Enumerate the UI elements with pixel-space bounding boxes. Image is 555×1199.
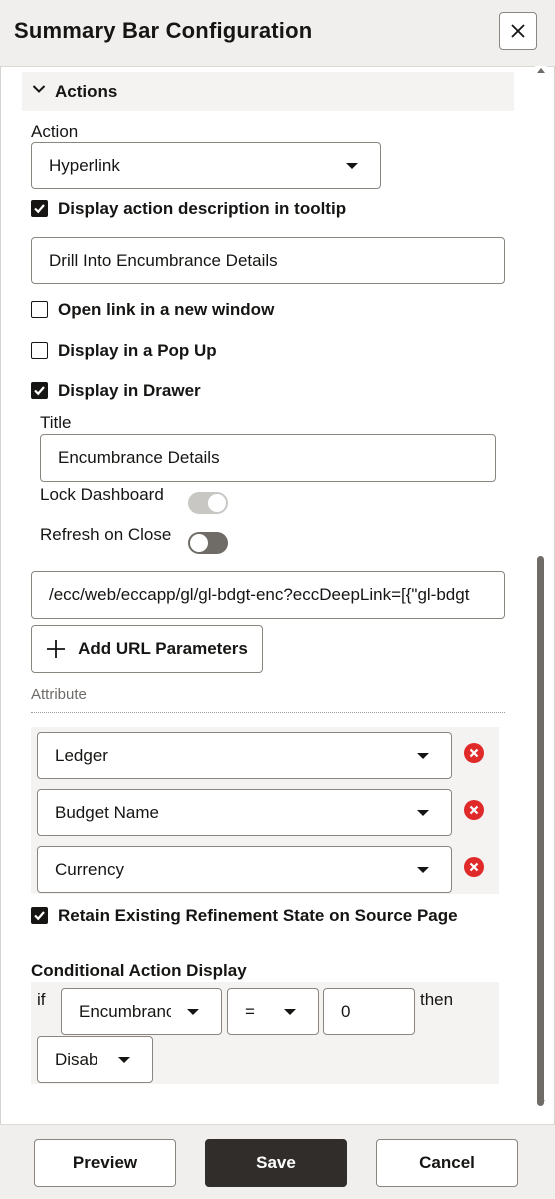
scrollbar-thumb[interactable] (537, 556, 544, 1106)
condition-field-value: Encumbrance (79, 1001, 171, 1021)
drawer-title-value: Encumbrance Details (58, 448, 220, 467)
refresh-on-close-label: Refresh on Close (40, 525, 172, 544)
save-button[interactable]: Save (205, 1139, 347, 1187)
tooltip-description-input[interactable]: Drill Into Encumbrance Details (31, 237, 505, 284)
tooltip-checkbox[interactable] (31, 200, 48, 217)
new-window-checkbox[interactable] (31, 301, 48, 318)
tooltip-description-value: Drill Into Encumbrance Details (49, 250, 278, 270)
then-label: then (420, 990, 454, 1009)
refresh-on-close-toggle[interactable] (188, 532, 228, 554)
operator-value: = (245, 1001, 255, 1021)
popup-label: Display in a Pop Up (58, 341, 217, 360)
dialog-header: Summary Bar Configuration (0, 0, 555, 67)
caret-down-icon (118, 1057, 130, 1063)
checkmark-icon (34, 386, 45, 396)
checkmark-icon (34, 204, 45, 214)
attribute-value: Ledger (55, 745, 108, 765)
attribute-select-currency[interactable]: Currency (37, 846, 452, 893)
compare-value: 0 (341, 1001, 351, 1021)
drawer-title-input[interactable]: Encumbrance Details (40, 434, 496, 482)
save-label: Save (256, 1153, 296, 1172)
close-icon (511, 24, 525, 38)
toggle-knob (190, 534, 208, 552)
caret-down-icon (417, 810, 429, 816)
dialog-footer: Preview Save Cancel (0, 1124, 555, 1199)
attribute-select-budget-name[interactable]: Budget Name (37, 789, 452, 836)
cancel-label: Cancel (419, 1153, 475, 1172)
caret-down-icon (417, 753, 429, 759)
chevron-down-icon (32, 85, 46, 93)
lock-dashboard-label: Lock Dashboard (40, 485, 164, 504)
drawer-label: Display in Drawer (58, 381, 201, 400)
attribute-select-ledger[interactable]: Ledger (37, 732, 452, 779)
scroll-down-arrow-icon[interactable] (537, 1100, 545, 1105)
result-select[interactable]: Disable (37, 1036, 153, 1083)
checkmark-icon (34, 911, 45, 921)
if-label: if (37, 990, 46, 1009)
action-select[interactable]: Hyperlink (31, 142, 381, 189)
toggle-knob (208, 494, 226, 512)
cancel-button[interactable]: Cancel (376, 1139, 518, 1187)
caret-down-icon (346, 163, 358, 169)
condition-field-select[interactable]: Encumbrance (61, 988, 222, 1035)
popup-checkbox[interactable] (31, 342, 48, 359)
caret-down-icon (187, 1009, 199, 1015)
action-select-value: Hyperlink (49, 155, 120, 175)
tooltip-checkbox-label: Display action description in tooltip (58, 199, 347, 218)
caret-down-icon (284, 1009, 296, 1015)
add-url-parameters-button[interactable]: Add URL Parameters (31, 625, 263, 673)
actions-section-header[interactable]: Actions (22, 72, 514, 111)
drawer-checkbox[interactable] (31, 382, 48, 399)
url-input[interactable]: /ecc/web/eccapp/gl/gl-bdgt-enc?eccDeepLi… (31, 571, 505, 619)
operator-select[interactable]: = (227, 988, 319, 1035)
preview-button[interactable]: Preview (34, 1139, 176, 1187)
preview-label: Preview (72, 1153, 138, 1172)
section-label: Actions (55, 82, 118, 101)
caret-down-icon (417, 867, 429, 873)
drawer-title-label: Title (40, 413, 72, 432)
dialog-title: Summary Bar Configuration (14, 18, 313, 43)
retain-refinement-checkbox[interactable] (31, 907, 48, 924)
conditional-action-label: Conditional Action Display (31, 961, 247, 980)
remove-attribute-icon[interactable] (464, 743, 484, 763)
plus-icon (47, 640, 66, 658)
divider (31, 712, 505, 713)
attribute-value: Currency (55, 859, 124, 879)
action-label: Action (31, 122, 79, 141)
new-window-label: Open link in a new window (58, 300, 275, 319)
remove-attribute-icon[interactable] (464, 857, 484, 877)
scroll-up-arrow-icon[interactable] (537, 68, 545, 73)
url-value: /ecc/web/eccapp/gl/gl-bdgt-enc?eccDeepLi… (49, 585, 470, 604)
compare-value-input[interactable]: 0 (323, 988, 415, 1035)
attribute-label: Attribute (31, 686, 87, 703)
result-value: Disable (55, 1049, 97, 1069)
attribute-value: Budget Name (55, 802, 159, 822)
lock-dashboard-toggle[interactable] (188, 492, 228, 514)
retain-refinement-label: Retain Existing Refinement State on Sour… (58, 906, 458, 925)
remove-attribute-icon[interactable] (464, 800, 484, 820)
add-url-parameters-label: Add URL Parameters (78, 639, 248, 658)
close-button[interactable] (499, 12, 537, 50)
